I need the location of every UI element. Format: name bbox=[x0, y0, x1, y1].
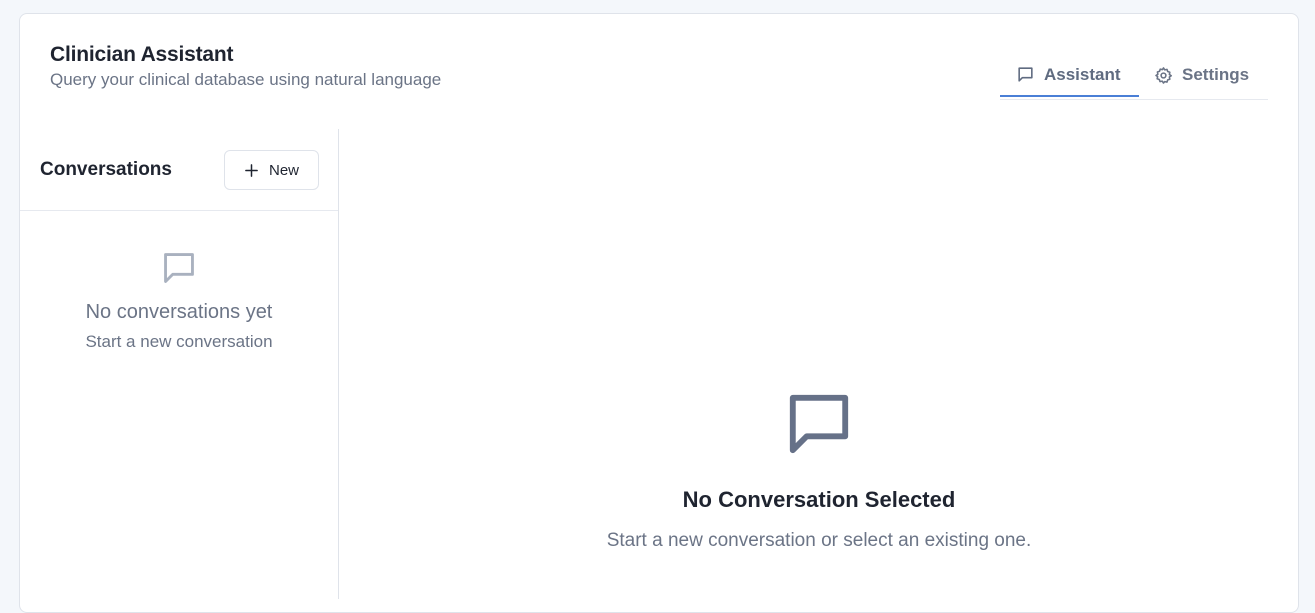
new-conversation-button[interactable]: New bbox=[224, 150, 319, 190]
message-square-icon bbox=[164, 253, 194, 283]
tab-bar: Assistant Settings bbox=[1000, 54, 1268, 100]
tab-settings[interactable]: Settings bbox=[1154, 54, 1268, 96]
sidebar-empty-state: No conversations yet Start a new convers… bbox=[20, 249, 338, 352]
conversation-panel: No Conversation Selected Start a new con… bbox=[340, 129, 1298, 599]
tab-settings-label: Settings bbox=[1182, 65, 1250, 84]
tab-assistant[interactable]: Assistant bbox=[1000, 54, 1139, 97]
conversations-sidebar: Conversations New No conversations yet S… bbox=[20, 129, 339, 599]
app-title: Clinician Assistant bbox=[50, 43, 234, 66]
message-square-icon bbox=[1018, 67, 1033, 82]
app-header: Clinician Assistant Query your clinical … bbox=[20, 14, 1298, 130]
main-empty-title: No Conversation Selected bbox=[682, 487, 956, 512]
main-empty-state: No Conversation Selected Start a new con… bbox=[340, 387, 1298, 552]
sidebar-title: Conversations bbox=[40, 159, 172, 180]
plus-icon bbox=[245, 163, 258, 177]
gear-icon bbox=[1155, 66, 1173, 84]
tab-assistant-label: Assistant bbox=[1044, 64, 1121, 84]
message-square-icon bbox=[789, 394, 849, 454]
sidebar-header: Conversations New bbox=[20, 129, 338, 211]
app-card: Clinician Assistant Query your clinical … bbox=[19, 13, 1299, 613]
sidebar-empty-subtitle: Start a new conversation bbox=[85, 332, 273, 351]
sidebar-empty-title: No conversations yet bbox=[85, 301, 273, 323]
new-button-label: New bbox=[268, 161, 299, 179]
main-empty-subtitle: Start a new conversation or select an ex… bbox=[606, 530, 1032, 551]
app-subtitle: Query your clinical database using natur… bbox=[50, 70, 442, 89]
